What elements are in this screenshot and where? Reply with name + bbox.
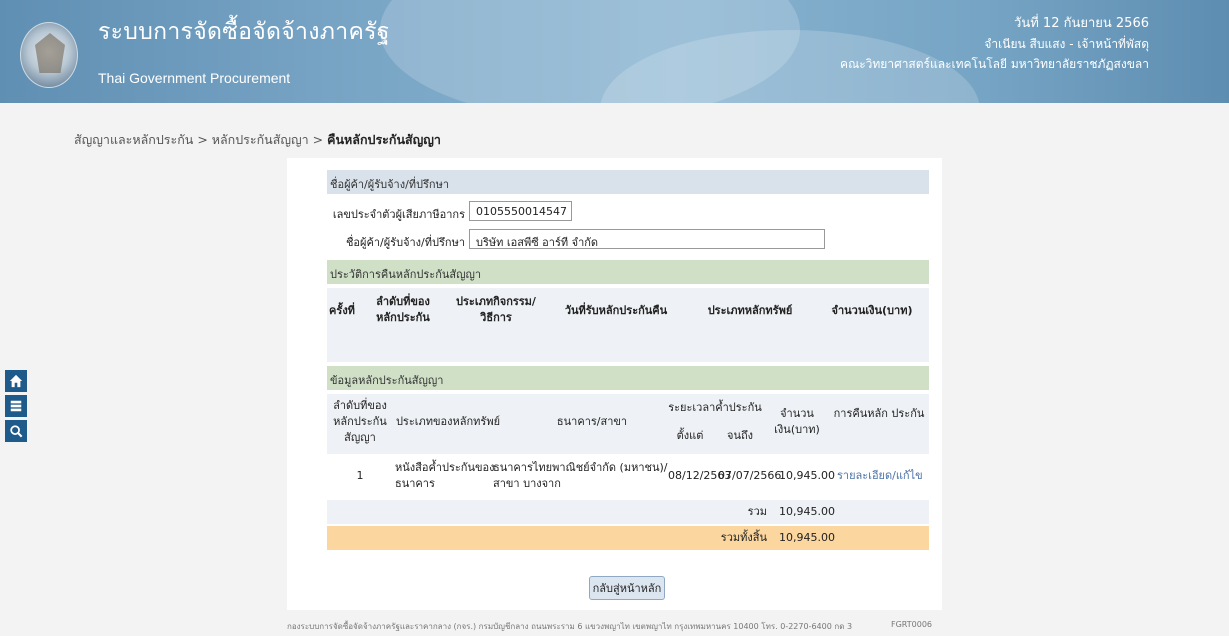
footer-text: กองระบบการจัดซื้อจัดจ้างภาครัฐและราคากลา… — [287, 622, 853, 631]
page-footer: กองระบบการจัดซื้อจัดจ้างภาครัฐและราคากลา… — [287, 620, 942, 633]
total-label: รวมทั้งสิ้น — [720, 531, 767, 544]
home-icon — [9, 374, 23, 388]
cell-amount: 10,945.00 — [779, 469, 835, 482]
breadcrumb-separator: > — [312, 132, 324, 147]
col-return-date: วันที่รับหลักประกันคืน — [564, 304, 668, 317]
vendor-name-label: ชื่อผู้ค้า/ผู้รับจ้าง/ที่ปรึกษา — [345, 236, 465, 249]
cell-bank: ธนาคารไทยพาณิชย์จำกัด (มหาชน)/สาขา บางจา… — [493, 461, 668, 490]
total-value: 10,945.00 — [779, 531, 835, 544]
breadcrumb-guarantee[interactable]: หลักประกันสัญญา — [212, 132, 309, 147]
search-icon — [10, 425, 23, 438]
history-section-header: ประวัติการคืนหลักประกันสัญญา — [327, 260, 929, 284]
col-amount: จำนวนเงิน(บาท) — [831, 304, 913, 317]
sum-row: รวม 10,945.00 — [327, 500, 929, 524]
col-round: ครั้งที่ — [329, 304, 355, 317]
vendor-name-field[interactable]: บริษัท เอสพีซี อาร์ที จำกัด — [469, 229, 825, 249]
home-button[interactable] — [5, 370, 27, 392]
app-title-english: Thai Government Procurement — [98, 70, 291, 86]
col-seq: ลำดับที่ของ หลักประกัน — [376, 295, 430, 324]
cell-asset-type: หนังสือค้ำประกันของ ธนาคาร — [395, 461, 495, 490]
col-asset-type: ประเภทหลักทรัพย์ — [707, 304, 793, 317]
user-info: วันที่ 12 กันยายน 2566 จำเนียน สืบแสง - … — [840, 14, 1149, 74]
detail-edit-link[interactable]: รายละเอียด/แก้ไข — [837, 468, 923, 484]
breadcrumb: สัญญาและหลักประกัน > หลักประกันสัญญา > ค… — [74, 130, 441, 150]
tax-id-field[interactable]: 0105550014547 — [469, 201, 572, 221]
search-button[interactable] — [5, 420, 27, 442]
history-table-header: ครั้งที่ ลำดับที่ของ หลักประกัน ประเภทกิ… — [327, 288, 929, 334]
total-row: รวมทั้งสิ้น 10,945.00 — [327, 526, 929, 550]
breadcrumb-separator: > — [197, 132, 208, 147]
history-empty-row — [327, 334, 929, 362]
main-panel: ชื่อผู้ค้า/ผู้รับจ้าง/ที่ปรึกษา เลขประจำ… — [287, 158, 942, 610]
organization-name: คณะวิทยาศาสตร์และเทคโนโลยี มหาวิทยาลัยรา… — [840, 57, 1149, 71]
current-date: วันที่ 12 กันยายน 2566 — [1014, 16, 1149, 31]
back-to-main-button[interactable]: กลับสู่หน้าหลัก — [589, 576, 665, 600]
breadcrumb-current: คืนหลักประกันสัญญา — [327, 132, 441, 147]
user-name: จำเนียน สืบแสง - เจ้าหน้าที่พัสดุ — [984, 37, 1149, 51]
col-amount: จำนวน เงิน(บาท) — [774, 407, 820, 436]
sum-label: รวม — [747, 505, 767, 518]
tax-id-label: เลขประจำตัวผู้เสียภาษีอากร — [332, 208, 465, 221]
col-asset-type: ประเภทของหลักทรัพย์ — [395, 415, 501, 428]
menu-button[interactable] — [5, 395, 27, 417]
col-from: ตั้งแต่ — [676, 429, 704, 442]
sum-value: 10,945.00 — [779, 505, 835, 518]
menu-icon — [10, 400, 22, 412]
table-row: 1 หนังสือค้ำประกันของ ธนาคาร ธนาคารไทยพา… — [327, 458, 929, 494]
breadcrumb-contract[interactable]: สัญญาและหลักประกัน — [74, 132, 193, 147]
col-return: การคืนหลัก ประกัน — [833, 407, 925, 420]
vendor-section-header: ชื่อผู้ค้า/ผู้รับจ้าง/ที่ปรึกษา — [327, 170, 929, 194]
contract-table-header: ลำดับที่ของ หลักประกัน สัญญา ประเภทของหล… — [327, 394, 929, 454]
cell-seq: 1 — [356, 469, 364, 482]
contract-section-header: ข้อมูลหลักประกันสัญญา — [327, 366, 929, 390]
col-bank: ธนาคาร/สาขา — [556, 415, 628, 428]
app-header: ระบบการจัดซื้อจัดจ้างภาครัฐ Thai Governm… — [0, 0, 1229, 103]
col-activity: ประเภทกิจกรรม/ วิธีการ — [456, 295, 536, 324]
government-logo — [20, 22, 78, 88]
col-to: จนถึง — [727, 429, 753, 442]
col-period: ระยะเวลาค้ำประกัน — [668, 401, 762, 414]
app-title-thai: ระบบการจัดซื้อจัดจ้างภาครัฐ — [98, 19, 390, 45]
page-code: FGRT0006 — [890, 620, 932, 629]
col-seq: ลำดับที่ของ หลักประกัน สัญญา — [333, 399, 387, 444]
